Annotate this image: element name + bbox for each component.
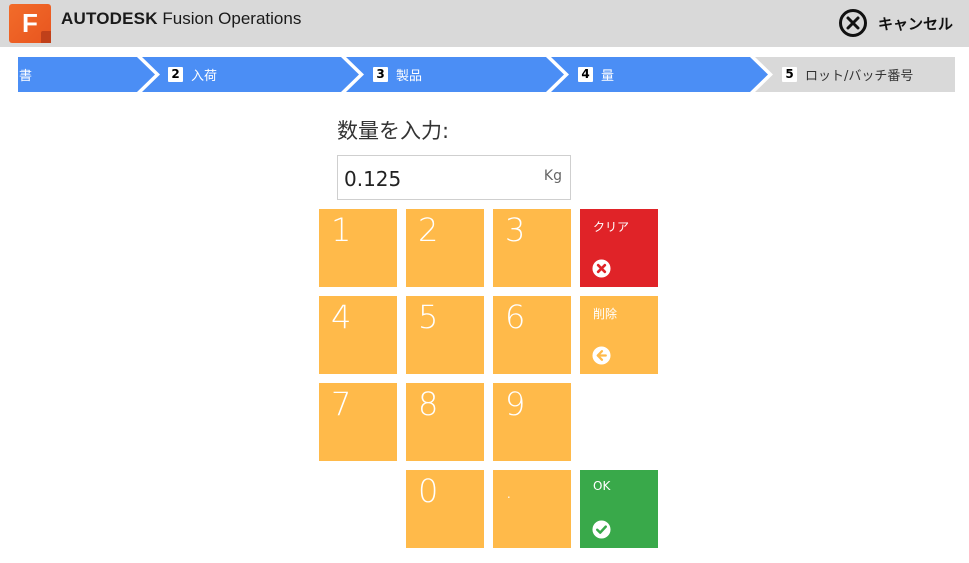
- key-9[interactable]: 9: [493, 383, 571, 461]
- step-chevron-1[interactable]: [18, 57, 155, 92]
- quantity-input[interactable]: 0.125 Kg: [337, 155, 571, 200]
- app-header: F AUTODESK Fusion Operations キャンセル: [0, 0, 969, 47]
- key-3[interactable]: 3: [493, 209, 571, 287]
- wizard-steps: 書 2 入荷 3 製品 4 量 5 ロット/バッチ番号: [0, 57, 969, 92]
- key-8[interactable]: 8: [406, 383, 484, 461]
- step-1[interactable]: 書: [19, 65, 32, 84]
- key-decimal[interactable]: .: [493, 470, 571, 548]
- step-3[interactable]: 3 製品: [373, 65, 422, 84]
- circle-x-icon: [838, 9, 867, 37]
- delete-label: 削除: [593, 307, 618, 321]
- circle-arrow-left-icon: [592, 346, 611, 365]
- cancel-label: キャンセル: [877, 14, 953, 33]
- ok-button[interactable]: OK: [580, 470, 658, 548]
- key-2[interactable]: 2: [406, 209, 484, 287]
- key-6-label: 6: [505, 298, 526, 336]
- step-4-label: 量: [601, 69, 615, 84]
- key-3-label: 3: [505, 211, 526, 249]
- key-1-label: 1: [331, 211, 352, 249]
- key-5[interactable]: 5: [406, 296, 484, 374]
- clear-button[interactable]: クリア: [580, 209, 658, 287]
- circle-x-icon: [592, 259, 611, 278]
- brand-name: AUTODESK Fusion Operations: [61, 8, 301, 30]
- circle-check-icon: [592, 520, 611, 539]
- step-5[interactable]: 5 ロット/バッチ番号: [782, 65, 913, 84]
- key-0[interactable]: 0: [406, 470, 484, 548]
- brand-product: Fusion Operations: [157, 9, 302, 28]
- delete-button[interactable]: 削除: [580, 296, 658, 374]
- quantity-value: 0.125: [344, 167, 402, 191]
- step-2[interactable]: 2 入荷: [168, 65, 217, 84]
- cancel-button[interactable]: キャンセル: [838, 8, 953, 38]
- step-3-label: 製品: [396, 69, 423, 84]
- key-7[interactable]: 7: [319, 383, 397, 461]
- step-4[interactable]: 4 量: [578, 65, 614, 84]
- key-4-label: 4: [331, 298, 352, 336]
- fusion-logo: F: [9, 4, 51, 43]
- key-8-label: 8: [418, 385, 439, 423]
- key-9-label: 9: [505, 385, 526, 423]
- step-2-label: 入荷: [191, 69, 218, 84]
- key-5-label: 5: [418, 298, 439, 336]
- clear-label: クリア: [593, 220, 630, 234]
- step-5-label: ロット/バッチ番号: [805, 69, 914, 84]
- key-7-label: 7: [331, 385, 352, 423]
- step-3-number: 3: [373, 67, 388, 82]
- step-5-number: 5: [782, 67, 797, 82]
- ok-label: OK: [593, 479, 611, 493]
- key-1[interactable]: 1: [319, 209, 397, 287]
- step-1-label: 書: [19, 69, 33, 84]
- brand-bold: AUTODESK: [61, 9, 158, 28]
- step-2-number: 2: [168, 67, 183, 82]
- key-0-label: 0: [418, 472, 439, 510]
- key-decimal-label: .: [505, 476, 513, 504]
- key-6[interactable]: 6: [493, 296, 571, 374]
- unit-label: Kg: [543, 168, 562, 184]
- key-2-label: 2: [418, 211, 439, 249]
- step-4-number: 4: [578, 67, 593, 82]
- key-4[interactable]: 4: [319, 296, 397, 374]
- quantity-prompt: 数量を入力:: [337, 119, 450, 143]
